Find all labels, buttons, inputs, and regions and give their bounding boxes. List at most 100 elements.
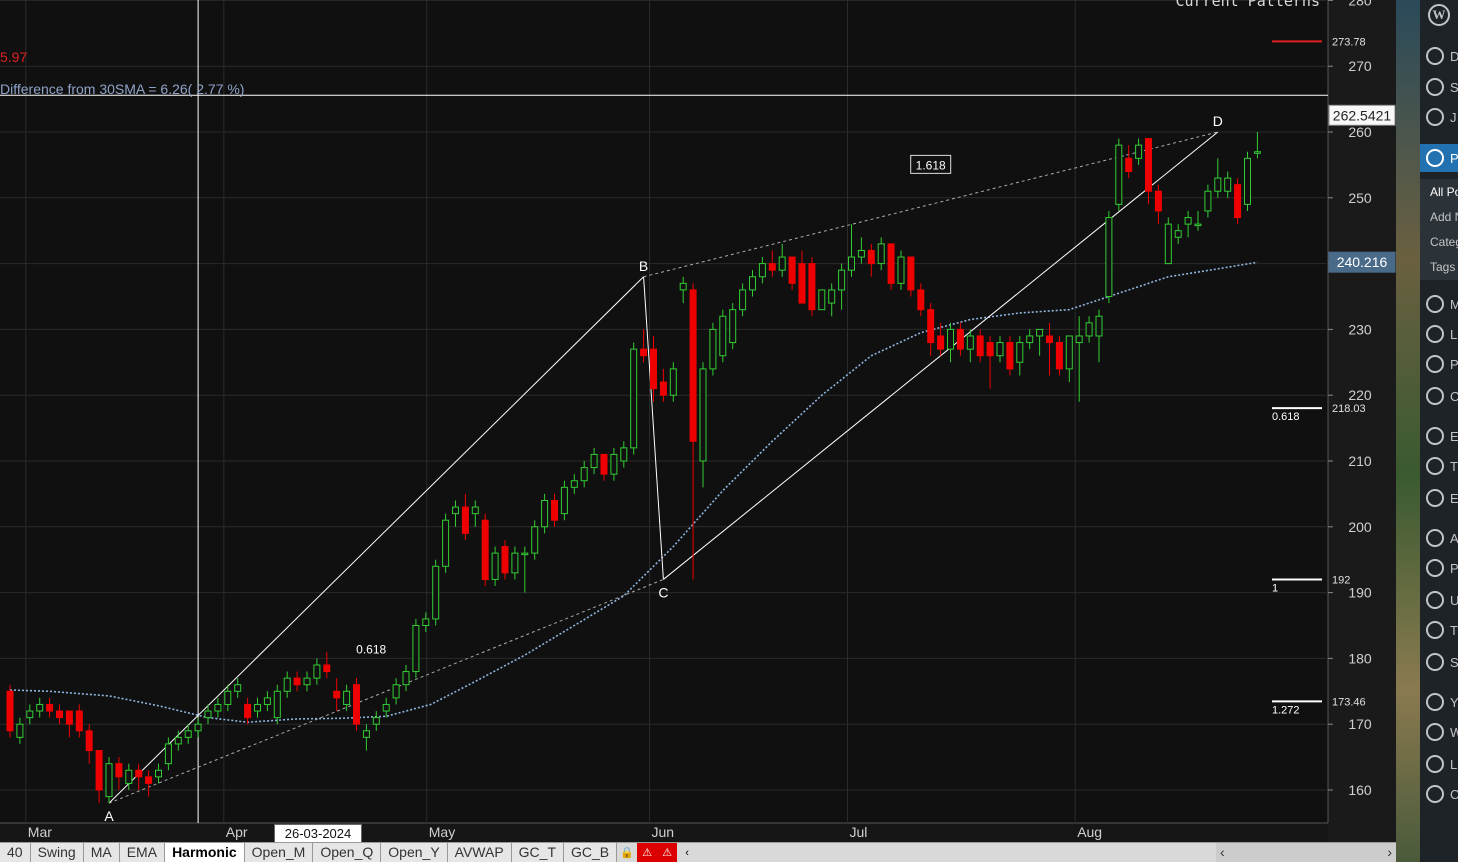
candle-body [818, 289, 826, 311]
candle-body [927, 309, 935, 344]
candle-body [749, 276, 756, 291]
chart-title: Current Patterns [1176, 0, 1321, 10]
wp-admin-sidebar: W DSJPMLPCETEAPUTSYWLCAll PoAdd NCategTa… [1420, 0, 1458, 862]
scroll-left-icon[interactable]: ‹ [1220, 843, 1225, 861]
wp-menu-item[interactable]: C [1420, 780, 1458, 808]
wp-menu-item[interactable]: A [1420, 524, 1458, 552]
level-value-label: 192 [1332, 574, 1350, 586]
wp-menu-label: U [1450, 592, 1458, 608]
wp-menu-item[interactable]: S [1420, 73, 1458, 101]
candle-body [442, 519, 450, 567]
alert-icon[interactable]: ⚠ [657, 843, 678, 862]
menu-icon [1426, 78, 1444, 96]
wp-menu-label: P [1450, 356, 1458, 372]
candle-body [65, 710, 73, 725]
pattern-point-label: D [1213, 113, 1223, 129]
wp-menu-item[interactable]: T [1420, 452, 1458, 480]
menu-icon [1426, 621, 1444, 639]
wp-menu-item[interactable]: S [1420, 648, 1458, 676]
pattern-point-label: B [639, 258, 648, 274]
sheet-tab-open-y[interactable]: Open_Y [381, 843, 448, 862]
sheet-tab-swing[interactable]: Swing [30, 843, 84, 862]
wp-menu-label: J [1450, 109, 1457, 125]
candle-body [887, 243, 895, 284]
price-tick-label: 230 [1348, 321, 1372, 337]
scroll-left-icon[interactable]: ‹ [677, 843, 697, 862]
sheet-tab-open-m[interactable]: Open_M [244, 843, 314, 862]
horizontal-scrollbar[interactable]: ‹ › [1216, 843, 1396, 862]
candle-body [650, 348, 657, 390]
menu-icon [1426, 755, 1444, 773]
candle-body [947, 328, 954, 350]
wp-submenu-item[interactable]: Add N [1420, 204, 1458, 230]
wp-menu-item[interactable]: E [1420, 484, 1458, 512]
wp-menu-item[interactable]: L [1420, 320, 1458, 348]
candle-body [412, 625, 420, 673]
candle-body [234, 684, 242, 692]
wp-menu-item[interactable]: Y [1420, 688, 1458, 716]
candle-body [1164, 223, 1172, 265]
wp-menu-item[interactable]: L [1420, 750, 1458, 778]
candle-body [719, 315, 727, 357]
menu-icon [1426, 108, 1444, 126]
candle-body [362, 730, 370, 738]
menu-icon [1426, 591, 1444, 609]
sma-value-badge: 240.216 [1337, 254, 1388, 270]
lock-icon[interactable]: 🔒 [617, 843, 637, 862]
sheet-tab-ma[interactable]: MA [83, 843, 120, 862]
wp-menu-item[interactable]: M [1420, 290, 1458, 318]
candle-body [729, 309, 737, 344]
sheet-tab-gc-b[interactable]: GC_B [564, 843, 618, 862]
wp-menu-item[interactable]: T [1420, 616, 1458, 644]
month-label: May [429, 824, 455, 840]
wp-menu-item[interactable]: J [1420, 103, 1458, 131]
wp-submenu-item[interactable]: Tags [1420, 254, 1458, 280]
candle-body [353, 684, 360, 725]
ratio-label-0618: 0.618 [356, 642, 386, 656]
price-tick-label: 270 [1348, 58, 1372, 74]
menu-icon [1426, 559, 1444, 577]
menu-icon [1426, 489, 1444, 507]
alert-icon[interactable]: ⚠ [637, 843, 658, 862]
wp-menu-item[interactable]: P [1420, 350, 1458, 378]
wp-menu-item[interactable]: E [1420, 422, 1458, 450]
menu-icon [1426, 785, 1444, 803]
candle-body [333, 690, 341, 699]
wp-menu-item[interactable]: C [1420, 382, 1458, 410]
wp-menu-item[interactable]: W [1420, 718, 1458, 746]
candle-body [164, 743, 172, 765]
candle-body [155, 769, 162, 778]
candle-body [501, 546, 509, 574]
candle-body [343, 690, 351, 705]
wp-menu-item[interactable]: U [1420, 586, 1458, 614]
candle-body [1075, 335, 1083, 344]
sheet-tab-harmonic[interactable]: Harmonic [165, 843, 245, 862]
sheet-tab-avwap[interactable]: AVWAP [447, 843, 512, 862]
wp-menu-label: P [1450, 150, 1458, 166]
candle-body [560, 486, 568, 515]
candle-body [1224, 177, 1232, 192]
candle-body [1055, 342, 1063, 370]
sheet-tab-open-q[interactable]: Open_Q [313, 843, 382, 862]
scroll-right-icon[interactable]: › [1387, 843, 1392, 861]
sheet-tab-40[interactable]: 40 [0, 843, 31, 862]
wp-menu-label: T [1450, 622, 1458, 638]
candle-body [75, 710, 83, 732]
candle-body [1115, 144, 1123, 205]
wp-menu-item[interactable]: P [1420, 554, 1458, 582]
candle-body [125, 769, 133, 784]
pattern-point-label: C [658, 584, 668, 600]
wp-submenu-item[interactable]: Categ [1420, 229, 1458, 255]
sheet-tab-gc-t[interactable]: GC_T [511, 843, 565, 862]
level-value-label: 273.78 [1332, 36, 1366, 48]
wp-menu-item[interactable]: D [1420, 42, 1458, 70]
candle-body [956, 328, 964, 350]
ratio-label-1618: 1.618 [916, 158, 946, 172]
month-label: Apr [226, 824, 248, 840]
wp-submenu-item[interactable]: All Po [1420, 179, 1458, 205]
candle-body [808, 263, 816, 311]
candle-body [1006, 342, 1014, 370]
sheet-tab-ema[interactable]: EMA [119, 843, 166, 862]
wordpress-logo-icon[interactable]: W [1428, 4, 1450, 26]
wp-menu-item[interactable]: P [1420, 144, 1458, 172]
